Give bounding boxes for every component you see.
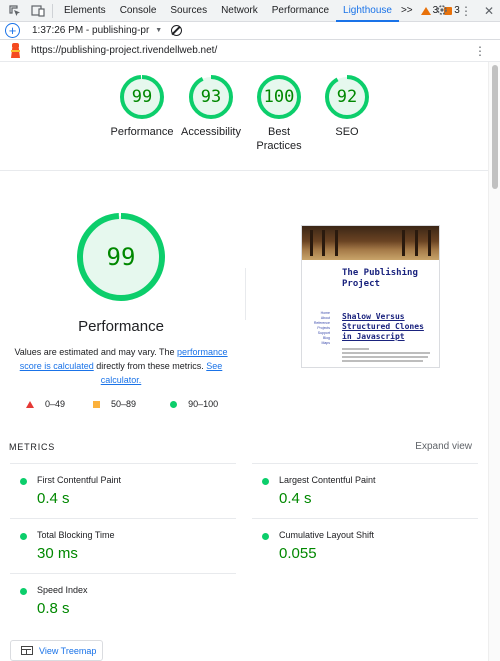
gauge-label: SEO	[335, 126, 359, 138]
device-toolbar-icon[interactable]	[30, 3, 46, 19]
expand-view-button[interactable]: Expand view	[415, 441, 472, 452]
new-report-plus-icon[interactable]: +	[5, 23, 20, 38]
chevron-down-icon[interactable]: ▼	[155, 27, 162, 34]
metric-tbt: Total Blocking Time 30 ms	[10, 518, 236, 573]
clear-reports-icon[interactable]	[171, 25, 183, 36]
page-screenshot-thumbnail[interactable]: The Publishing Project Home About Referenc…	[301, 225, 440, 368]
legend-pass: 90–100	[170, 399, 218, 409]
gauge-score: 92	[336, 87, 358, 107]
metric-name: Total Blocking Time	[37, 530, 115, 540]
metric-value: 30 ms	[37, 545, 78, 562]
lighthouse-logo-icon	[9, 43, 22, 58]
metric-name: First Contentful Paint	[37, 475, 122, 485]
metric-value: 0.4 s	[279, 490, 312, 507]
triangle-icon	[26, 400, 34, 408]
performance-title: Performance	[78, 318, 164, 335]
metrics-title: METRICS	[9, 442, 56, 452]
performance-big-score: 99	[106, 243, 136, 271]
metric-lcp: Largest Contentful Paint 0.4 s	[252, 463, 478, 518]
more-options-icon[interactable]: ⋮	[460, 4, 472, 18]
report-url[interactable]: https://publishing-project.rivendellweb.…	[31, 45, 217, 56]
more-tabs-button[interactable]: >>	[399, 0, 415, 22]
tab-network[interactable]: Network	[214, 0, 265, 22]
settings-gear-icon[interactable]	[436, 4, 448, 19]
pass-circle-icon	[20, 588, 27, 595]
section-divider	[245, 268, 246, 320]
desc-text: Values are estimated and may vary. The	[14, 347, 178, 357]
metric-value: 0.8 s	[37, 600, 70, 617]
metric-fcp: First Contentful Paint 0.4 s	[10, 463, 236, 518]
pass-circle-icon	[262, 533, 269, 540]
metric-speed-index: Speed Index 0.8 s	[10, 573, 236, 628]
thumb-body-text	[342, 348, 432, 364]
legend-range: 90–100	[188, 399, 219, 409]
library-header-image	[302, 226, 439, 260]
inspect-element-icon[interactable]	[7, 3, 23, 19]
metric-cls: Cumulative Layout Shift 0.055	[252, 518, 478, 573]
tab-console[interactable]: Console	[113, 0, 164, 22]
metric-value: 0.4 s	[37, 490, 70, 507]
metric-value: 0.055	[279, 545, 317, 562]
report-url-bar: https://publishing-project.rivendellweb.…	[0, 40, 500, 62]
score-legend: 0–49 50–89 90–100	[26, 399, 218, 409]
thumb-post-title: Shalow Versus Structured Clones in Javas…	[342, 312, 424, 341]
devtools-actions: ⋮ ✕	[436, 0, 494, 22]
thumb-site-title: The Publishing Project	[342, 268, 418, 289]
pass-circle-icon	[20, 478, 27, 485]
view-treemap-button[interactable]: View Treemap	[10, 640, 103, 661]
metric-name: Largest Contentful Paint	[279, 475, 376, 485]
performance-description: Values are estimated and may vary. The p…	[14, 345, 228, 387]
legend-range: 50–89	[111, 399, 137, 409]
report-scrollbar[interactable]	[488, 62, 500, 661]
treemap-icon	[21, 646, 33, 655]
tab-lighthouse[interactable]: Lighthouse	[336, 0, 399, 22]
tab-elements[interactable]: Elements	[57, 0, 113, 22]
scrollbar-thumb[interactable]	[492, 65, 498, 189]
circle-icon	[170, 400, 178, 408]
metric-name: Cumulative Layout Shift	[279, 530, 375, 540]
toolbar-divider	[52, 3, 53, 18]
report-session-select[interactable]: 1:37:26 PM - publishing-pr	[32, 25, 149, 36]
tab-sources[interactable]: Sources	[163, 0, 214, 22]
devtools-tab-bar: Elements Console Sources Network Perform…	[0, 0, 500, 22]
pass-circle-icon	[20, 533, 27, 540]
close-icon[interactable]: ✕	[484, 4, 494, 18]
metric-name: Speed Index	[37, 585, 88, 595]
legend-range: 0–49	[45, 399, 66, 409]
report-menu-icon[interactable]: ⋮	[474, 40, 486, 62]
pass-circle-icon	[262, 478, 269, 485]
square-icon	[93, 400, 101, 408]
desc-text: directly from these metrics.	[93, 361, 207, 371]
thumb-nav: Home About Reference Projects Support Blog M…	[313, 311, 330, 345]
gauge-seo[interactable]: 92 SEO	[306, 74, 388, 139]
tab-performance[interactable]: Performance	[265, 0, 336, 22]
metrics-header: METRICS Expand view	[0, 423, 488, 463]
lighthouse-toolbar: + 1:37:26 PM - publishing-pr ▼	[0, 22, 500, 40]
legend-fail: 0–49	[26, 399, 65, 409]
performance-section: 99 Performance Values are estimated and …	[0, 171, 488, 423]
warning-icon	[420, 6, 431, 15]
view-treemap-label: View Treemap	[39, 645, 97, 656]
gauge-label: Best Practices	[256, 126, 302, 152]
score-summary: 99 Performance 93 Accessibility 100 Best…	[0, 62, 488, 171]
legend-average: 50–89	[93, 399, 136, 409]
